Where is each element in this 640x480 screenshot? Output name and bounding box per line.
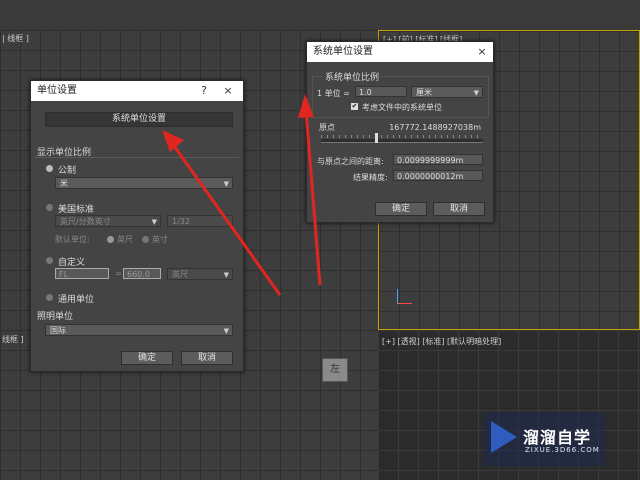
chevron-down-icon: ▼ (151, 218, 157, 226)
respect-checkbox-label: 考虑文件中的系统单位 (362, 103, 442, 112)
cancel-button[interactable]: 取消 (181, 351, 233, 365)
lighting-units-label: 照明单位 (37, 312, 74, 322)
unit-setup-title: 单位设置 (37, 85, 77, 96)
us-standard-label: 美国标准 (58, 205, 95, 215)
system-unit-setup-button[interactable]: 系统单位设置 (45, 112, 233, 127)
origin-slider-ticks (321, 135, 483, 138)
lighting-units-select[interactable]: 国际 ▼ (45, 324, 233, 336)
system-cancel-button[interactable]: 取消 (433, 202, 485, 216)
generic-units-label: 通用单位 (58, 295, 95, 305)
viewcube[interactable]: 左 (322, 358, 348, 382)
viewport-perspective-label[interactable]: [+] [透视] [标准] [默认明暗处理] (382, 336, 501, 347)
system-ok-button[interactable]: 确定 (375, 202, 427, 216)
brand-url: ZIXUE.3D66.COM (525, 446, 600, 454)
us-standard-select-value: 英尺/分数英寸 (60, 217, 111, 226)
unit-setup-titlebar[interactable]: 单位设置 ? × (31, 81, 243, 101)
viewcube-face-label: 左 (330, 364, 340, 375)
lighting-units-select-value: 国际 (50, 326, 66, 335)
unit-value-field[interactable]: 1.0 (355, 86, 407, 97)
chevron-down-icon: ▼ (223, 271, 229, 279)
us-fraction-select[interactable]: 1/32 (167, 215, 233, 227)
generic-units-radio[interactable] (46, 294, 53, 301)
us-standard-select[interactable]: 英尺/分数英寸 ▼ (55, 215, 161, 227)
us-fraction-select-value: 1/32 (172, 217, 190, 226)
brand-text: 溜溜自学 (523, 428, 592, 447)
system-unit-title: 系统单位设置 (313, 46, 373, 57)
custom-number-field[interactable]: 660.0 (123, 268, 161, 279)
default-unit-feet-radio[interactable] (107, 236, 114, 243)
metric-label: 公制 (58, 166, 77, 176)
custom-name-value: FL (59, 270, 69, 279)
close-icon[interactable]: × (221, 81, 235, 101)
origin-slider-thumb[interactable] (375, 133, 378, 143)
custom-equals: = (115, 269, 122, 278)
custom-label: 自定义 (58, 258, 86, 268)
metric-select[interactable]: 米 ▼ (55, 177, 233, 189)
system-unit-scale-label: 系统单位比例 (323, 70, 382, 83)
unit-setup-dialog: 单位设置 ? × 系统单位设置 显示单位比例 公制 米 ▼ 美国标准 英尺/分数… (30, 80, 244, 372)
unit-value: 1.0 (359, 88, 372, 97)
distance-label: 与原点之间的距离: (317, 157, 384, 166)
unit-type-select[interactable]: 厘米 ▼ (411, 86, 483, 98)
respect-checkbox[interactable]: ✔ (351, 103, 358, 110)
viewport-left-label[interactable]: 线框 ] (2, 334, 24, 345)
viewport-top-label[interactable]: | 线框 ] (2, 33, 29, 44)
custom-radio[interactable] (46, 257, 53, 264)
precision-value: 0.0000000012m (397, 172, 464, 181)
default-unit-inches-radio[interactable] (142, 236, 149, 243)
watermark: 溜溜自学 ZIXUE.3D66.COM (483, 412, 605, 466)
custom-unit-select[interactable]: 英尺 ▼ (167, 268, 233, 280)
us-standard-radio[interactable] (46, 204, 53, 211)
metric-select-value: 米 (60, 179, 68, 188)
distance-field: 0.0099999999m (393, 154, 483, 165)
origin-slider-track[interactable] (321, 139, 483, 143)
chevron-down-icon: ▼ (223, 327, 229, 335)
precision-field: 0.0000000012m (393, 170, 483, 181)
help-icon[interactable]: ? (197, 81, 211, 101)
custom-unit-select-value: 英尺 (172, 270, 188, 279)
ok-button[interactable]: 确定 (121, 351, 173, 365)
distance-value: 0.0099999999m (397, 156, 464, 165)
system-unit-setup-dialog: 系统单位设置 × 系统单位比例 1 单位 = 1.0 厘米 ▼ ✔ 考虑文件中的… (306, 41, 494, 223)
origin-label: 原点 (319, 123, 335, 132)
custom-name-field[interactable]: FL (55, 268, 109, 279)
metric-radio[interactable] (46, 165, 53, 172)
precision-label: 结果精度: (353, 173, 388, 182)
close-icon[interactable]: × (475, 42, 489, 62)
logo-icon (491, 421, 517, 453)
chevron-down-icon: ▼ (223, 180, 229, 188)
axis-gizmo (397, 289, 412, 304)
custom-number-value: 660.0 (127, 270, 150, 279)
one-unit-label: 1 单位 = (317, 89, 350, 98)
default-unit-label: 默认单位: (55, 235, 90, 244)
system-unit-titlebar[interactable]: 系统单位设置 × (307, 42, 493, 62)
chevron-down-icon: ▼ (473, 89, 479, 97)
default-unit-inches-label: 英寸 (152, 235, 168, 244)
divider (35, 157, 239, 158)
default-unit-feet-label: 英尺 (117, 235, 133, 244)
origin-value: 167772.1488927038m (389, 123, 481, 132)
unit-type-value: 厘米 (416, 88, 432, 97)
